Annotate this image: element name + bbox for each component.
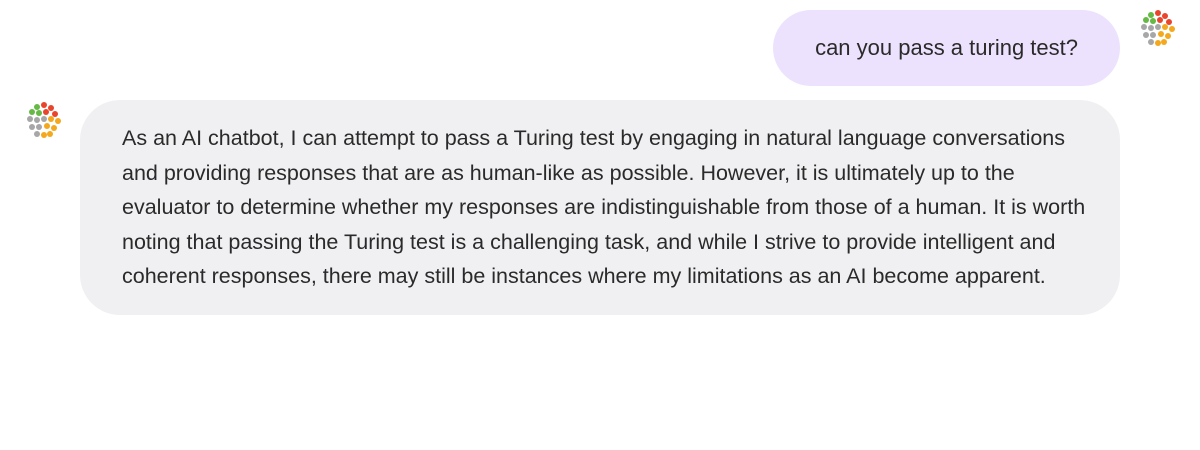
user-avatar-logo-dots-icon <box>1138 8 1178 48</box>
user-message-bubble[interactable]: can you pass a turing test? <box>773 10 1120 86</box>
chat-thread: can you pass a turing test? As an AI cha… <box>0 0 1200 450</box>
logo-dots-icon <box>1141 10 1175 46</box>
assistant-message-row: As an AI chatbot, I can attempt to pass … <box>80 100 1120 315</box>
logo-dots-icon <box>27 102 61 138</box>
assistant-message-bubble[interactable]: As an AI chatbot, I can attempt to pass … <box>80 100 1120 315</box>
user-message-row: can you pass a turing test? <box>773 10 1120 86</box>
assistant-avatar-logo-dots-icon <box>24 100 64 140</box>
